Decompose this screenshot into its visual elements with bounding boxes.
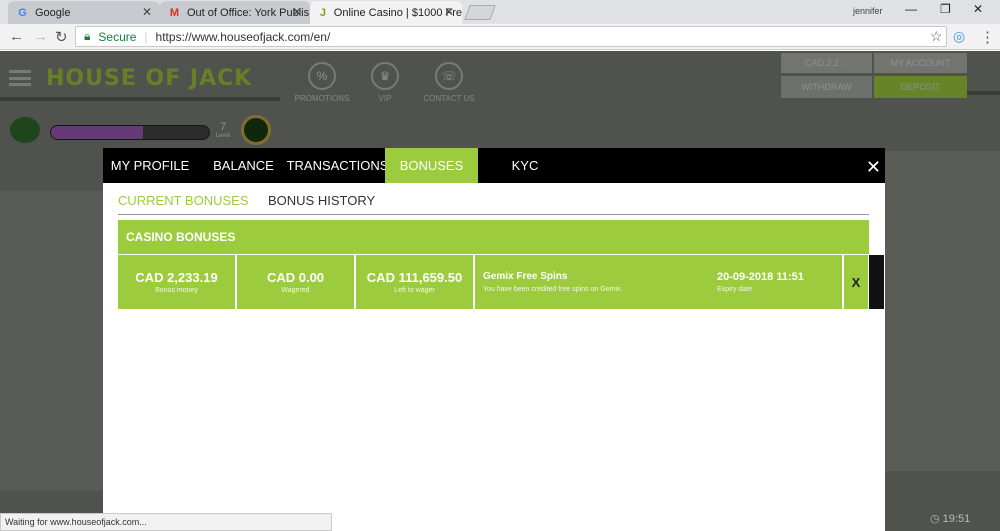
clock-time: 19:51: [942, 513, 971, 525]
tab-balance[interactable]: BALANCE: [197, 148, 290, 183]
close-window-icon[interactable]: ✕: [973, 2, 983, 16]
bonus-money-cell: CAD 2,233.19 Bonus money: [118, 255, 235, 309]
expiry-label: Expiry date: [717, 286, 753, 293]
secure-label: Secure: [98, 29, 137, 44]
left-to-wager-value: CAD 111,659.50: [366, 270, 463, 285]
back-icon[interactable]: ←: [9, 28, 24, 45]
clock-readout: ◷ 19:51: [930, 513, 971, 525]
expiry-value: 20-09-2018 11:51: [717, 271, 804, 283]
casino-bonuses-header: CASINO BONUSES: [118, 220, 869, 254]
close-tab-icon[interactable]: ✕: [142, 5, 152, 19]
tab-houseofjack[interactable]: J Online Casino | $1000 Fre ✕: [310, 1, 462, 24]
wagered-label: Wagered: [281, 287, 310, 294]
subtab-current-bonuses[interactable]: CURRENT BONUSES: [118, 193, 249, 208]
google-icon: G: [18, 6, 27, 19]
bonus-money-label: Bonus money: [155, 287, 198, 294]
close-icon[interactable]: ✕: [866, 157, 881, 178]
star-icon[interactable]: ☆: [930, 28, 943, 45]
minimize-icon[interactable]: —: [905, 2, 917, 16]
tab-title: Out of Office: York Publis: [187, 6, 310, 19]
new-tab-button[interactable]: [464, 5, 496, 20]
tab-transactions[interactable]: TRANSACTIONS: [287, 148, 389, 183]
menu-icon[interactable]: ⋮: [980, 28, 995, 46]
bonus-description: You have been credited free spins on Gem…: [483, 286, 623, 293]
reload-icon[interactable]: ↻: [55, 28, 68, 46]
bonus-details-cell: Gemix Free Spins You have been credited …: [475, 255, 842, 309]
lock-icon: 🔒︎: [84, 29, 91, 43]
tab-my-profile[interactable]: MY PROFILE: [103, 148, 197, 183]
subtab-divider: [118, 214, 869, 215]
profile-name[interactable]: jennifer: [853, 6, 883, 16]
houseofjack-icon: J: [319, 6, 326, 19]
gmail-icon: M: [169, 6, 180, 19]
bonus-money-value: CAD 2,233.19: [135, 270, 218, 285]
tab-title: Online Casino | $1000 Fre: [333, 6, 462, 19]
modal-tab-bar: MY PROFILE BALANCE TRANSACTIONS BONUSES …: [103, 148, 885, 183]
tab-title: Google: [35, 6, 71, 19]
modal-scroll-edge: [869, 255, 884, 309]
browser-tab-strip: G Google ✕ M Out of Office: York Publis …: [0, 0, 1000, 24]
browser-toolbar: ← → ↻ 🔒︎ Secure | https://www.houseofjac…: [0, 24, 1000, 50]
left-to-wager-label: Left to wager: [394, 287, 435, 294]
wagered-cell: CAD 0.00 Wagered: [237, 255, 354, 309]
wagered-value: CAD 0.00: [266, 270, 325, 285]
extension-icon[interactable]: ◎: [953, 28, 965, 45]
tab-gmail[interactable]: M Out of Office: York Publis ✕: [160, 1, 310, 24]
restore-icon[interactable]: ❐: [940, 2, 951, 16]
close-tab-icon[interactable]: ✕: [444, 5, 454, 19]
bonus-name: Gemix Free Spins: [483, 271, 568, 282]
tab-google[interactable]: G Google ✕: [8, 1, 160, 24]
url-text: https://www.houseofjack.com/en/: [155, 29, 331, 44]
subtab-bonus-history[interactable]: BONUS HISTORY: [268, 193, 375, 208]
divider: |: [144, 29, 148, 44]
tab-bonuses[interactable]: BONUSES: [385, 148, 478, 183]
left-to-wager-cell: CAD 111,659.50 Left to wager: [356, 255, 473, 309]
close-tab-icon[interactable]: ✕: [292, 5, 302, 19]
forward-icon[interactable]: →: [33, 28, 48, 45]
status-bar: Waiting for www.houseofjack.com...: [0, 513, 332, 531]
account-modal: MY PROFILE BALANCE TRANSACTIONS BONUSES …: [103, 148, 885, 531]
address-bar[interactable]: 🔒︎ Secure | https://www.houseofjack.com/…: [75, 26, 947, 47]
remove-bonus-button[interactable]: X: [844, 255, 868, 309]
tab-kyc[interactable]: KYC: [478, 148, 572, 183]
bonus-row: CAD 2,233.19 Bonus money CAD 0.00 Wagere…: [118, 255, 884, 309]
